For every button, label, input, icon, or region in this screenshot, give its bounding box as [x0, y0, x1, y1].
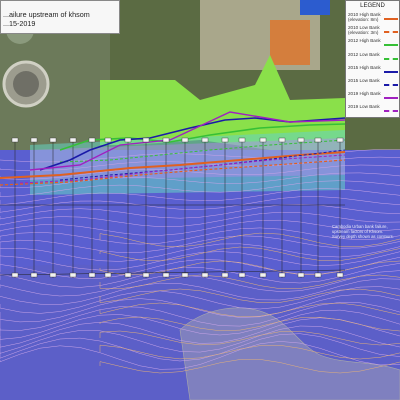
section-marker: [104, 272, 112, 278]
circular-tank-center: [13, 71, 39, 97]
section-marker: [201, 272, 209, 278]
legend-item: 2015 Low Bank: [348, 78, 399, 92]
section-marker: [221, 272, 229, 278]
legend-item-label: 2012 High Bank: [348, 38, 381, 44]
legend-item-label: 2010 High Bank (elevation: 8m): [348, 12, 381, 22]
section-marker: [142, 137, 150, 143]
legend-item-swatch: [384, 110, 398, 113]
section-marker: [259, 137, 267, 143]
section-marker: [11, 137, 19, 143]
section-marker: [30, 137, 38, 143]
map-note: Cambodia Urban bank failure, upstream fa…: [332, 224, 394, 239]
section-marker: [69, 272, 77, 278]
section-marker: [181, 272, 189, 278]
section-marker: [181, 137, 189, 143]
section-marker: [162, 137, 170, 143]
section-marker: [49, 137, 57, 143]
survey-map: [0, 0, 400, 400]
section-marker: [336, 137, 344, 143]
legend-item-swatch: [384, 97, 398, 100]
legend-item-swatch: [384, 57, 398, 60]
section-marker: [278, 272, 286, 278]
section-marker: [201, 137, 209, 143]
section-marker: [142, 272, 150, 278]
legend-item: 2012 High Bank: [348, 38, 399, 52]
section-marker: [259, 272, 267, 278]
legend-item: 2012 Low Bank: [348, 52, 399, 66]
section-marker: [88, 137, 96, 143]
section-marker: [69, 137, 77, 143]
map-title-line-2: ...15-2019: [3, 19, 36, 28]
section-marker: [104, 137, 112, 143]
section-marker: [30, 272, 38, 278]
legend-item-swatch: [384, 84, 398, 86]
legend-item-swatch: [384, 70, 398, 73]
legend-item-label: 2019 High Bank: [348, 91, 381, 97]
legend-item-label: 2010 Low Bank (elevation: 3m): [348, 25, 380, 36]
section-marker: [162, 272, 170, 278]
legend-item: 2019 High Bank: [348, 91, 399, 105]
legend-item: 2015 High Bank: [348, 65, 399, 79]
section-marker: [49, 272, 57, 278]
legend-item-label: 2015 High Bank: [348, 64, 381, 70]
legend-item-swatch: [384, 18, 398, 20]
legend-item-swatch: [384, 31, 398, 34]
legend-item: 2010 Low Bank (elevation: 3m): [348, 25, 399, 39]
legend-item: 2010 High Bank (elevation: 8m): [348, 12, 399, 26]
section-marker: [297, 137, 305, 143]
legend-panel: LEGEND 2010 High Bank (elevation: 8m) 201…: [345, 0, 400, 118]
legend-item-swatch: [384, 44, 398, 47]
section-marker: [221, 137, 229, 143]
section-marker: [11, 272, 19, 278]
legend-title: LEGEND: [360, 3, 385, 9]
section-marker: [238, 272, 246, 278]
section-marker: [314, 272, 322, 278]
section-marker: [336, 272, 344, 278]
legend-item-label: 2019 Low Bank: [348, 104, 380, 110]
section-marker: [88, 272, 96, 278]
map-title-line-1: ...ailure upstream of khsom: [3, 10, 90, 19]
aerial-building-roof: [270, 20, 310, 65]
section-marker: [278, 137, 286, 143]
aerial-building-roof-blue: [300, 0, 330, 15]
section-marker: [124, 272, 132, 278]
section-marker: [297, 272, 305, 278]
section-marker: [238, 137, 246, 143]
legend-item-label: 2012 Low Bank: [348, 51, 380, 57]
map-title-box: ...ailure upstream of khsom ...15-2019: [0, 0, 120, 34]
legend-item-label: 2015 Low Bank: [348, 78, 380, 83]
legend-item: 2019 Low Bank: [348, 104, 399, 118]
map-view[interactable]: ...ailure upstream of khsom ...15-2019 L…: [0, 0, 400, 400]
section-marker: [314, 137, 322, 143]
section-marker: [124, 137, 132, 143]
